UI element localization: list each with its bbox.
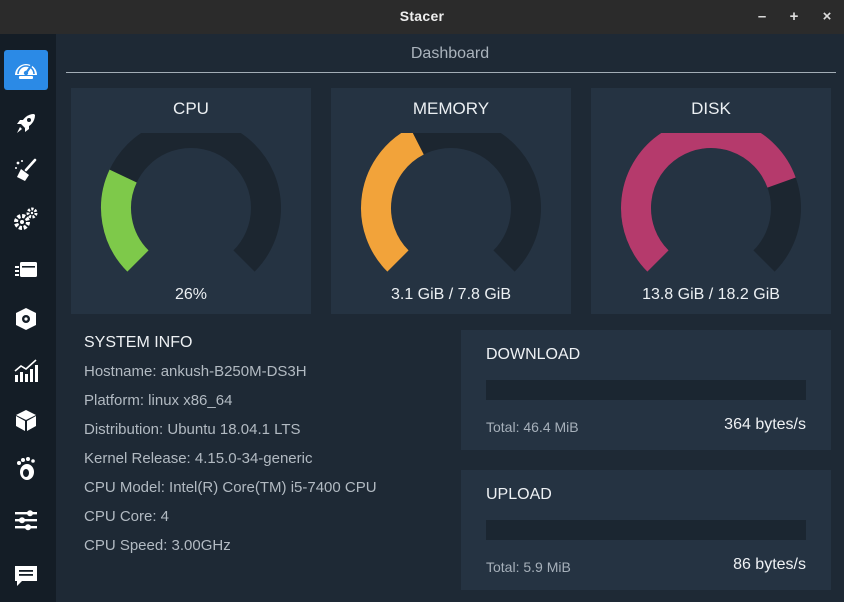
- sidebar-item-gnome-settings[interactable]: [4, 449, 48, 489]
- sidebar-item-services[interactable]: [4, 199, 48, 239]
- sidebar-item-apt-repository[interactable]: [4, 400, 48, 440]
- system-info: SYSTEM INFO Hostname: ankush-B250M-DS3H …: [84, 334, 454, 566]
- bar-chart-icon: [14, 359, 38, 382]
- main-content: Dashboard CPU 26% MEMORY 3.1 GiB / 7.8 G…: [56, 34, 844, 602]
- download-total: Total: 46.4 MiB: [486, 419, 579, 435]
- sidebar-item-settings[interactable]: [4, 500, 48, 540]
- gnome-foot-icon: [17, 457, 35, 480]
- memory-gauge: [361, 133, 541, 272]
- hostname-row: Hostname: ankush-B250M-DS3H: [84, 363, 307, 380]
- sidebar-item-processes[interactable]: [4, 250, 48, 290]
- upload-speed: 86 bytes/s: [733, 556, 806, 573]
- download-progress-bar: [486, 380, 806, 400]
- rocket-icon: [17, 114, 35, 133]
- cpu-gauge: [101, 133, 281, 272]
- upload-card: UPLOAD Total: 5.9 MiB 86 bytes/s: [461, 470, 831, 590]
- sidebar-item-startup-apps[interactable]: [4, 103, 48, 143]
- kernel-row: Kernel Release: 4.15.0-34-generic: [84, 450, 313, 467]
- upload-total: Total: 5.9 MiB: [486, 559, 571, 575]
- close-button[interactable]: ×: [816, 6, 838, 28]
- minimize-button[interactable]: –: [751, 6, 773, 28]
- box-icon: [16, 410, 36, 431]
- distribution-row: Distribution: Ubuntu 18.04.1 LTS: [84, 421, 301, 438]
- speedometer-icon: [15, 64, 37, 79]
- memory-value: 3.1 GiB / 7.8 GiB: [390, 286, 512, 303]
- system-info-title: SYSTEM INFO: [84, 334, 193, 351]
- maximize-button[interactable]: +: [783, 6, 805, 28]
- cpu-model-row: CPU Model: Intel(R) Core(TM) i5-7400 CPU: [84, 479, 377, 496]
- disk-gauge: [621, 133, 801, 272]
- cpu-speed-row: CPU Speed: 3.00GHz: [84, 537, 231, 554]
- title-divider: [66, 72, 836, 73]
- upload-progress-bar: [486, 520, 806, 540]
- message-icon: [15, 566, 37, 586]
- broom-icon: [15, 158, 37, 181]
- upload-title: UPLOAD: [486, 486, 552, 503]
- cpu-card: CPU 26%: [71, 88, 311, 314]
- title-bar: Stacer – + ×: [0, 0, 844, 34]
- window-title: Stacer: [399, 8, 445, 24]
- download-speed: 364 bytes/s: [724, 416, 806, 433]
- memory-title: MEMORY: [412, 99, 490, 118]
- disk-card: DISK 13.8 GiB / 18.2 GiB: [591, 88, 831, 314]
- cpu-core-row: CPU Core: 4: [84, 508, 170, 525]
- package-icon: [16, 308, 36, 330]
- sidebar: [0, 34, 56, 602]
- platform-row: Platform: linux x86_64: [84, 392, 233, 409]
- memory-gauge-fill: [361, 133, 425, 272]
- sliders-icon: [15, 510, 37, 531]
- sidebar-item-resources[interactable]: [4, 351, 48, 391]
- cpu-title: CPU: [173, 99, 209, 118]
- page-title: Dashboard: [410, 45, 490, 62]
- gears-icon: [14, 207, 38, 230]
- disk-value: 13.8 GiB / 18.2 GiB: [642, 286, 780, 303]
- cpu-gauge-fill: [101, 169, 150, 272]
- sidebar-item-dashboard[interactable]: [4, 50, 48, 90]
- sidebar-item-system-cleaner[interactable]: [4, 150, 48, 190]
- download-title: DOWNLOAD: [486, 346, 581, 363]
- sidebar-item-uninstaller[interactable]: [4, 299, 48, 339]
- processes-icon: [15, 262, 37, 277]
- memory-card: MEMORY 3.1 GiB / 7.8 GiB: [331, 88, 571, 314]
- download-card: DOWNLOAD Total: 46.4 MiB 364 bytes/s: [461, 330, 831, 450]
- disk-gauge-fill: [621, 133, 796, 272]
- disk-title: DISK: [691, 99, 731, 118]
- sidebar-item-feedback[interactable]: [4, 555, 48, 595]
- cpu-value: 26%: [174, 286, 208, 303]
